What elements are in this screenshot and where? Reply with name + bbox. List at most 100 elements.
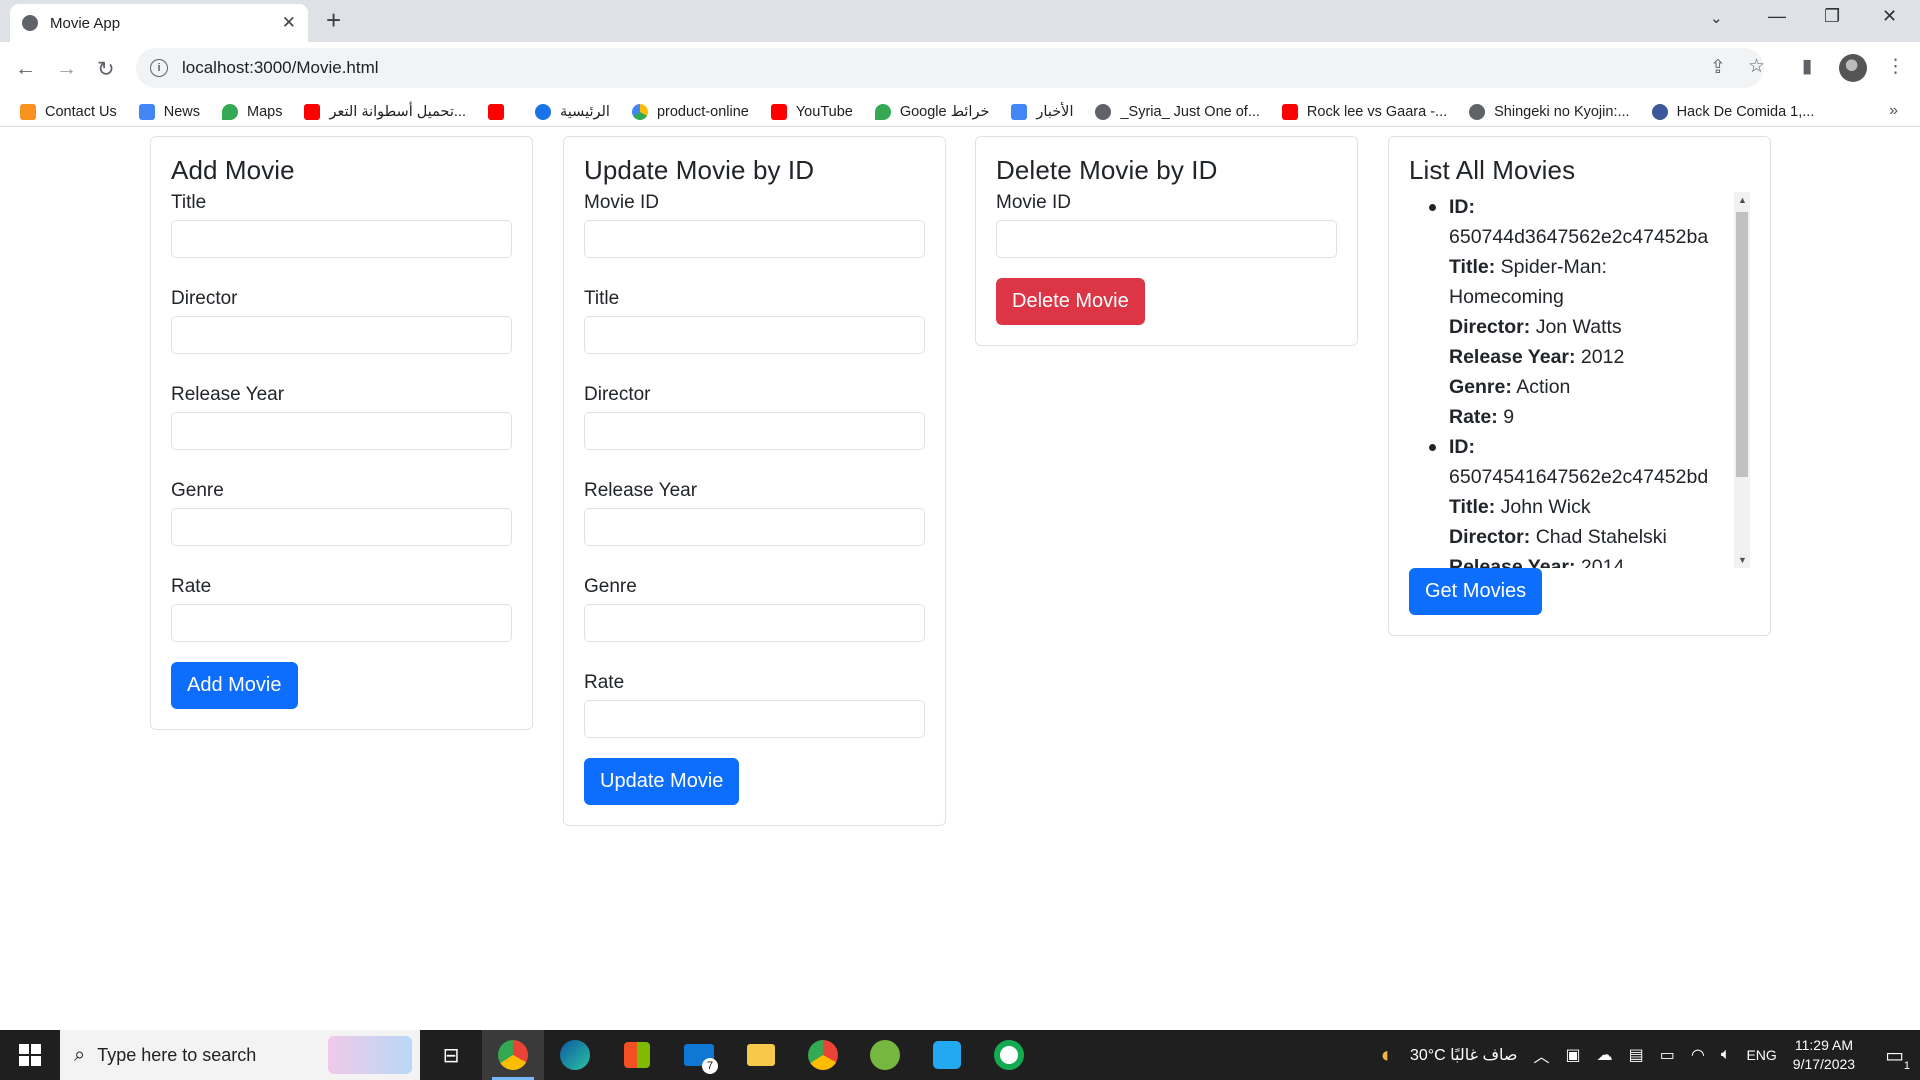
notification-center-icon[interactable]: ▭ 1 [1885, 1043, 1910, 1072]
bookmark-item[interactable]: Contact Us [20, 103, 117, 120]
vscode-icon[interactable] [916, 1030, 978, 1080]
task-view-icon[interactable]: ⊟ [420, 1030, 482, 1080]
bookmark-item[interactable]: الرئيسية [534, 103, 610, 120]
chrome-alt-icon[interactable] [792, 1030, 854, 1080]
meet-now-icon[interactable]: ▣ [1566, 1045, 1581, 1065]
youtube-icon [487, 103, 504, 120]
browser-tab[interactable]: Movie App ✕ [10, 4, 308, 42]
weather-icon[interactable]: ◐ [1381, 1042, 1394, 1068]
clock[interactable]: 11:29 AM 9/17/2023 [1793, 1036, 1855, 1074]
bookmark-item[interactable]: YouTube [770, 103, 853, 120]
clock-time: 11:29 AM [1794, 1037, 1853, 1053]
volume-icon[interactable]: 🔈︎ [1721, 1046, 1731, 1064]
file-explorer-icon[interactable] [730, 1030, 792, 1080]
mongodb-compass-icon[interactable] [978, 1030, 1040, 1080]
info-icon[interactable]: i [150, 59, 168, 77]
forward-arrow-icon[interactable]: → [56, 57, 77, 81]
update-rate-input[interactable] [584, 700, 925, 738]
address-bar[interactable]: i localhost:3000/Movie.html ⇪ ☆ [136, 48, 1765, 88]
scroll-up-arrow-icon[interactable]: ▲ [1738, 195, 1747, 205]
scrollbar-thumb[interactable] [1736, 212, 1748, 477]
weather-text[interactable]: 30°C صاف غالبًا [1410, 1045, 1518, 1065]
store-icon[interactable] [606, 1030, 668, 1080]
bookmark-item[interactable]: تحميل أسطوانة التعر... [304, 103, 466, 120]
search-icon: ⌕ [74, 1043, 86, 1066]
release-year-label: Release Year [584, 480, 698, 501]
bookmark-item[interactable] [487, 103, 513, 120]
bookmark-item[interactable]: product-online [631, 103, 749, 120]
battery-icon[interactable]: ▭ [1660, 1045, 1675, 1065]
update-release-year-input[interactable] [584, 508, 925, 546]
add-director-input[interactable] [171, 316, 512, 354]
bookmark-item[interactable]: Maps [222, 103, 282, 120]
browser-toolbar: ← → ↻ i localhost:3000/Movie.html ⇪ ☆ ▮ … [0, 42, 1920, 97]
bookmark-item[interactable]: Rock lee vs Gaara -... [1281, 103, 1447, 120]
chrome-icon[interactable] [482, 1030, 544, 1080]
update-genre-input[interactable] [584, 604, 925, 642]
bookmark-item[interactable]: Hack De Comida 1,... [1651, 103, 1814, 120]
movie-list-scroll-area[interactable]: ID: 650744d3647562e2c47452ba Title: Spid… [1409, 192, 1750, 568]
scroll-down-arrow-icon[interactable]: ▼ [1738, 555, 1747, 565]
release-year-label: Release Year [171, 384, 285, 405]
taskbar-search[interactable]: ⌕ Type here to search [60, 1030, 420, 1080]
checkmark-badge-icon [534, 103, 551, 120]
side-panel-icon[interactable]: ▮ [1802, 55, 1812, 78]
windows-logo-icon [19, 1044, 41, 1066]
bookmark-item[interactable]: الأخبار [1011, 103, 1073, 120]
windows-taskbar: ⌕ Type here to search ⊟ 7 ◐ 30°C صاف غال… [0, 1030, 1920, 1080]
language-indicator[interactable]: ENG [1746, 1047, 1776, 1063]
update-movie-id-input[interactable] [584, 220, 925, 258]
add-rate-input[interactable] [171, 604, 512, 642]
add-release-year-input[interactable] [171, 412, 512, 450]
movie-list: ID: 650744d3647562e2c47452ba Title: Spid… [1409, 192, 1750, 568]
menu-kebab-icon[interactable]: ⋮ [1886, 55, 1905, 78]
add-movie-button[interactable]: Add Movie [171, 662, 298, 709]
list-movies-heading: List All Movies [1409, 155, 1576, 185]
update-director-input[interactable] [584, 412, 925, 450]
close-window-icon[interactable]: ✕ [1882, 6, 1897, 27]
bookmark-item[interactable]: News [138, 103, 200, 120]
back-arrow-icon[interactable]: ← [15, 57, 36, 81]
tab-close-icon[interactable]: ✕ [282, 13, 296, 33]
list-item: ID: 650744d3647562e2c47452ba Title: Spid… [1429, 192, 1722, 432]
bookmark-item[interactable]: _Syria_ Just One of... [1095, 103, 1260, 120]
edge-icon[interactable] [544, 1030, 606, 1080]
reload-icon[interactable]: ↻ [97, 57, 115, 82]
display-icon[interactable]: ▤ [1629, 1045, 1644, 1065]
bookmark-item[interactable]: Google خرائط [874, 103, 989, 120]
start-button[interactable] [0, 1030, 60, 1080]
share-icon[interactable]: ⇪ [1710, 56, 1726, 79]
onedrive-icon[interactable]: ☁ [1597, 1045, 1613, 1065]
youtube-icon [770, 103, 787, 120]
bookmarks-overflow-icon[interactable]: » [1889, 102, 1898, 120]
wifi-icon[interactable]: ◠ [1691, 1045, 1705, 1065]
globe-icon [1095, 103, 1112, 120]
mail-badge: 7 [702, 1058, 718, 1074]
update-title-input[interactable] [584, 316, 925, 354]
utorrent-icon[interactable] [854, 1030, 916, 1080]
update-movie-heading: Update Movie by ID [584, 155, 815, 185]
profile-avatar[interactable] [1839, 54, 1867, 82]
delete-movie-button[interactable]: Delete Movie [996, 278, 1145, 325]
add-genre-input[interactable] [171, 508, 512, 546]
add-title-input[interactable] [171, 220, 512, 258]
delete-movie-card: Delete Movie by ID Movie ID Delete Movie [975, 136, 1358, 346]
new-tab-plus-icon[interactable]: + [326, 7, 341, 33]
get-movies-button[interactable]: Get Movies [1409, 568, 1543, 615]
clock-date: 9/17/2023 [1792, 1056, 1856, 1072]
bookmark-star-icon[interactable]: ☆ [1748, 55, 1765, 78]
restore-icon[interactable]: ❐ [1824, 6, 1840, 27]
delete-movie-heading: Delete Movie by ID [996, 155, 1218, 185]
delete-movie-id-input[interactable] [996, 220, 1337, 258]
url-text[interactable]: localhost:3000/Movie.html [182, 58, 379, 78]
chevron-up-icon[interactable]: ︿ [1533, 1043, 1549, 1067]
movie-year-value: 2014 [1580, 556, 1625, 568]
tab-search-chevron-icon[interactable]: ⌄ [1710, 9, 1723, 27]
minimize-icon[interactable]: — [1768, 6, 1786, 27]
title-label: Title [584, 288, 620, 309]
list-item: ID: 65074541647562e2c47452bd Title: John… [1429, 432, 1722, 568]
update-movie-button[interactable]: Update Movie [584, 758, 740, 805]
list-scrollbar[interactable]: ▲ ▼ [1734, 192, 1750, 568]
bookmark-item[interactable]: Shingeki no Kyojin:... [1469, 103, 1630, 120]
mail-icon[interactable]: 7 [668, 1030, 730, 1080]
